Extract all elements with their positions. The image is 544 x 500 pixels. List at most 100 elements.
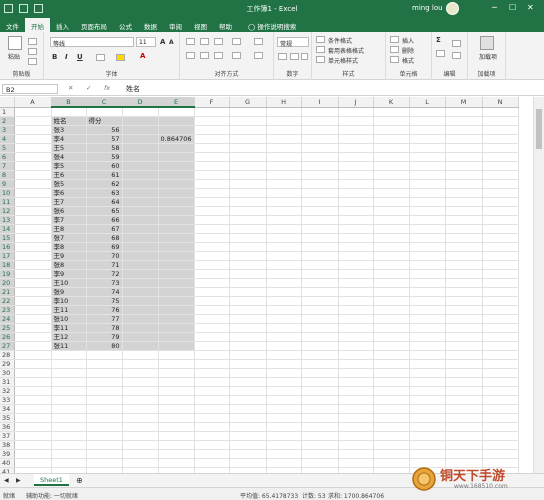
cell-k8[interactable] <box>373 170 410 180</box>
cell-c36[interactable] <box>86 422 123 432</box>
cell-b36[interactable] <box>51 422 87 432</box>
cell-c39[interactable] <box>86 449 123 459</box>
column-header-m[interactable]: M <box>445 97 483 108</box>
cell-c5[interactable]: 58 <box>86 143 123 153</box>
cell-e39[interactable] <box>158 449 195 459</box>
cell-a18[interactable] <box>14 260 52 270</box>
cell-l39[interactable] <box>409 449 446 459</box>
cell-b20[interactable]: 王10 <box>51 278 87 288</box>
cell-a12[interactable] <box>14 206 52 216</box>
enter-icon[interactable]: ✓ <box>86 84 91 92</box>
cell-m6[interactable] <box>445 152 483 162</box>
cell-k29[interactable] <box>373 359 410 369</box>
cell-k16[interactable] <box>373 242 410 252</box>
cell-j17[interactable] <box>338 251 374 261</box>
column-header-h[interactable]: H <box>266 97 302 108</box>
cell-f20[interactable] <box>194 278 230 288</box>
cell-k12[interactable] <box>373 206 410 216</box>
cell-h14[interactable] <box>266 224 302 234</box>
cell-j24[interactable] <box>338 314 374 324</box>
cell-b14[interactable]: 王8 <box>51 224 87 234</box>
cell-f6[interactable] <box>194 152 230 162</box>
cell-k15[interactable] <box>373 233 410 243</box>
cell-j10[interactable] <box>338 188 374 198</box>
cell-c18[interactable]: 71 <box>86 260 123 270</box>
conditional-format-button[interactable]: 条件格式 <box>328 36 352 45</box>
cell-b18[interactable]: 张8 <box>51 260 87 270</box>
cell-j1[interactable] <box>338 107 374 117</box>
fill-icon[interactable] <box>436 50 445 57</box>
cell-h24[interactable] <box>266 314 302 324</box>
scroll-thumb[interactable] <box>536 109 542 149</box>
cell-d6[interactable] <box>122 152 159 162</box>
cell-a25[interactable] <box>14 323 52 333</box>
cell-d24[interactable] <box>122 314 159 324</box>
cell-g31[interactable] <box>229 377 267 387</box>
row-header[interactable]: 23 <box>0 305 15 315</box>
cell-i11[interactable] <box>301 197 339 207</box>
cell-d19[interactable] <box>122 269 159 279</box>
row-header[interactable]: 27 <box>0 341 15 351</box>
cell-a26[interactable] <box>14 332 52 342</box>
cell-f10[interactable] <box>194 188 230 198</box>
row-header[interactable]: 24 <box>0 314 15 324</box>
cell-l30[interactable] <box>409 368 446 378</box>
cell-k30[interactable] <box>373 368 410 378</box>
cell-b22[interactable]: 李10 <box>51 296 87 306</box>
cell-l35[interactable] <box>409 413 446 423</box>
cell-f38[interactable] <box>194 440 230 450</box>
cell-n28[interactable] <box>482 350 519 360</box>
cell-m27[interactable] <box>445 341 483 351</box>
cell-k4[interactable] <box>373 134 410 144</box>
cell-h3[interactable] <box>266 125 302 135</box>
cell-m21[interactable] <box>445 287 483 297</box>
minimize-button[interactable]: ─ <box>492 3 497 12</box>
cell-b37[interactable] <box>51 431 87 441</box>
cell-h29[interactable] <box>266 359 302 369</box>
row-header[interactable]: 18 <box>0 260 15 270</box>
cancel-icon[interactable]: ✕ <box>68 84 73 92</box>
cell-b13[interactable]: 李7 <box>51 215 87 225</box>
cell-i9[interactable] <box>301 179 339 189</box>
cell-i18[interactable] <box>301 260 339 270</box>
cell-l14[interactable] <box>409 224 446 234</box>
cell-c22[interactable]: 75 <box>86 296 123 306</box>
cell-a34[interactable] <box>14 404 52 414</box>
cell-n31[interactable] <box>482 377 519 387</box>
cell-b16[interactable]: 李8 <box>51 242 87 252</box>
column-header-k[interactable]: K <box>373 97 410 108</box>
cell-g10[interactable] <box>229 188 267 198</box>
cell-h16[interactable] <box>266 242 302 252</box>
cell-j20[interactable] <box>338 278 374 288</box>
cell-k20[interactable] <box>373 278 410 288</box>
cell-d36[interactable] <box>122 422 159 432</box>
cell-m29[interactable] <box>445 359 483 369</box>
cell-h8[interactable] <box>266 170 302 180</box>
cell-n36[interactable] <box>482 422 519 432</box>
wrap-text-icon[interactable] <box>254 38 263 45</box>
cell-n35[interactable] <box>482 413 519 423</box>
cell-k2[interactable] <box>373 116 410 126</box>
cell-d33[interactable] <box>122 395 159 405</box>
cell-f15[interactable] <box>194 233 230 243</box>
cell-k37[interactable] <box>373 431 410 441</box>
cell-k22[interactable] <box>373 296 410 306</box>
cell-k28[interactable] <box>373 350 410 360</box>
comma-style-icon[interactable] <box>301 53 308 60</box>
cell-h9[interactable] <box>266 179 302 189</box>
cell-h11[interactable] <box>266 197 302 207</box>
cell-e4[interactable]: 0.864706 <box>158 134 195 144</box>
cell-c38[interactable] <box>86 440 123 450</box>
tab-formulas[interactable]: 公式 <box>113 18 138 32</box>
cell-a21[interactable] <box>14 287 52 297</box>
status-accessibility[interactable]: 辅助功能: 一切就绪 <box>26 491 78 500</box>
cell-a38[interactable] <box>14 440 52 450</box>
cell-k7[interactable] <box>373 161 410 171</box>
cell-g18[interactable] <box>229 260 267 270</box>
cell-l10[interactable] <box>409 188 446 198</box>
cell-n15[interactable] <box>482 233 519 243</box>
underline-icon[interactable]: U <box>77 53 83 61</box>
cell-d23[interactable] <box>122 305 159 315</box>
cell-a10[interactable] <box>14 188 52 198</box>
cell-c40[interactable] <box>86 458 123 468</box>
